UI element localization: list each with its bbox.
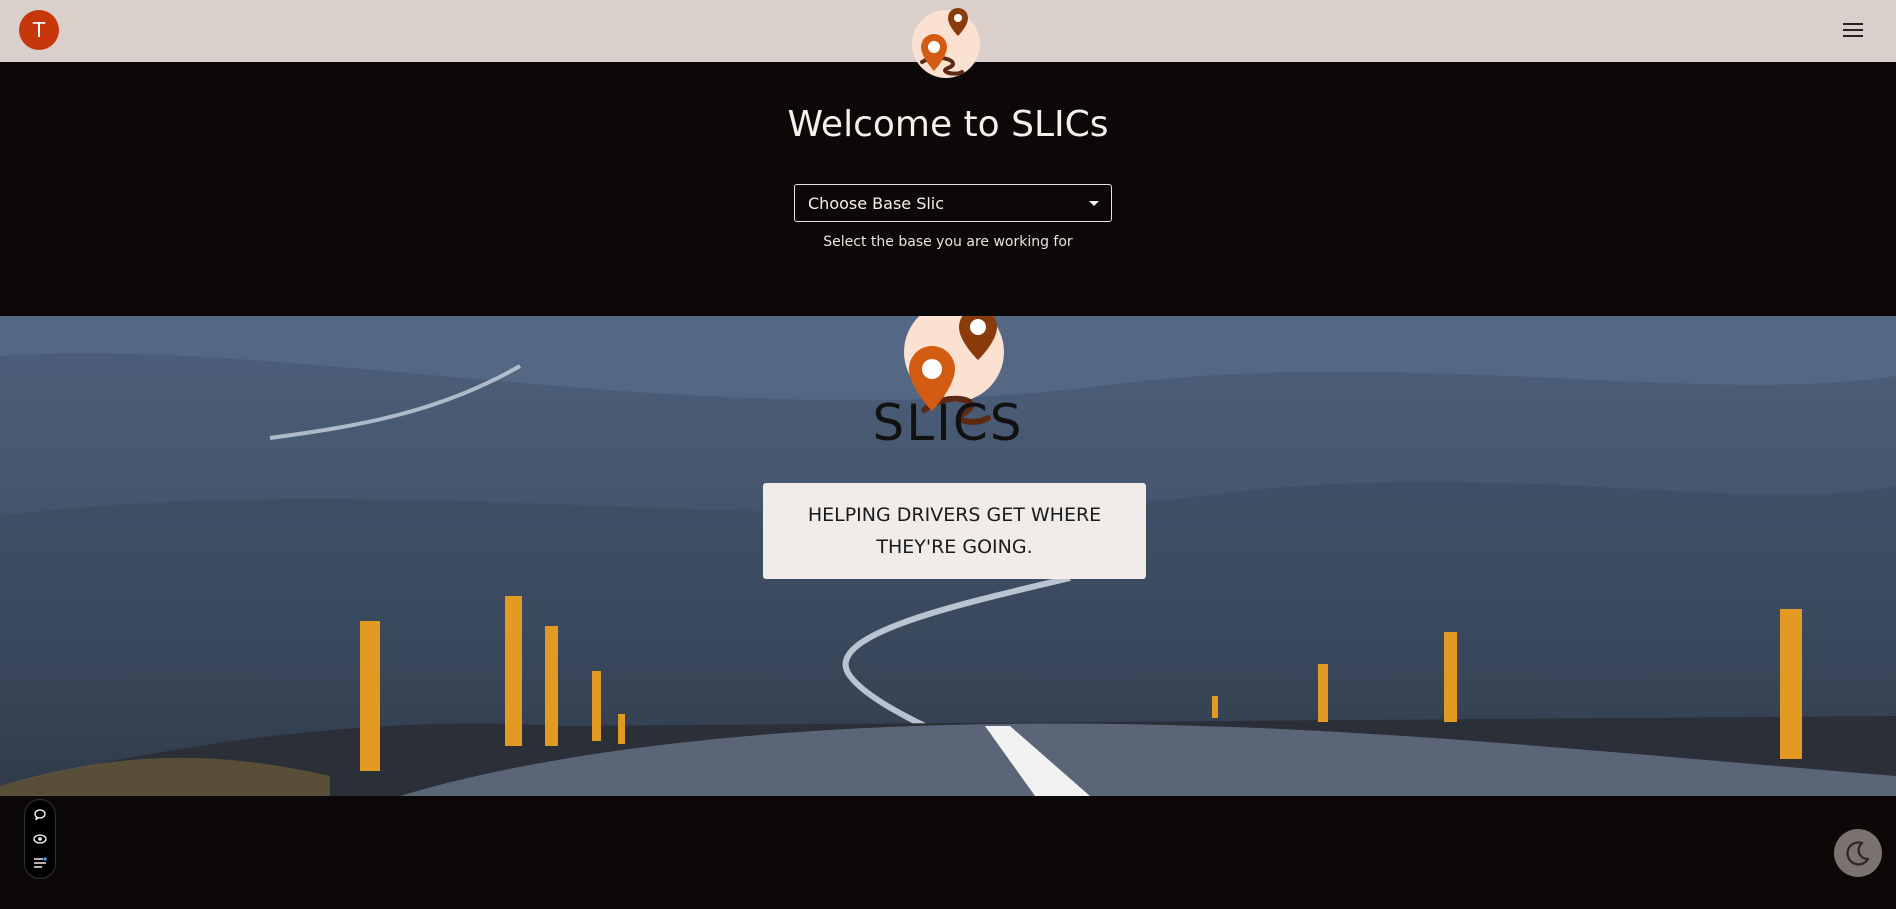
brand-name: SLICS [872,394,1024,452]
tagline-text: HELPING DRIVERS GET WHERE THEY'RE GOING. [807,504,1102,558]
base-slic-select[interactable]: Choose Base Slic [794,184,1112,222]
user-avatar[interactable]: T [19,10,59,50]
chevron-down-icon [1089,201,1099,206]
slics-logo-icon[interactable] [908,6,984,82]
theme-toggle-button[interactable] [1834,829,1882,877]
hamburger-menu-icon[interactable] [1840,18,1866,42]
base-slic-select-label: Choose Base Slic [808,193,945,213]
settings-list-icon[interactable] [33,856,47,870]
page-title: Welcome to SLICs [787,104,1109,145]
moon-icon [1846,841,1870,866]
chat-bubble-icon[interactable] [33,808,47,822]
floating-tools-pill [24,799,56,879]
hero-banner: SLICS HELPING DRIVERS GET WHERE THEY'RE … [0,316,1896,796]
eye-icon[interactable] [33,832,47,846]
select-helper-text: Select the base you are working for [823,234,1073,250]
tagline-card: HELPING DRIVERS GET WHERE THEY'RE GOING. [763,483,1146,579]
